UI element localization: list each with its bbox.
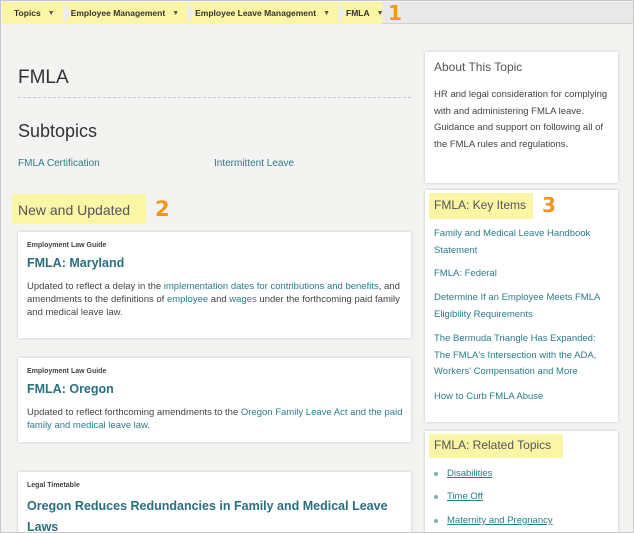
related-topic-disabilities[interactable]: Disabilities [434,468,492,479]
about-topic-body: HR and legal consideration for complying… [434,89,608,150]
card-title-link[interactable]: FMLA: Maryland [27,256,124,270]
related-topic-time-off[interactable]: Time Off [434,491,483,502]
key-item-link-bermuda-triangle[interactable]: The Bermuda Triangle Has Expanded: The F… [434,331,614,381]
new-updated-heading: New and Updated [18,202,131,218]
card-title-link[interactable]: FMLA: Oregon [27,382,114,396]
callout-number-1: 1 [388,1,402,25]
callout-number-3: 3 [542,193,556,217]
key-item-link-handbook-statement[interactable]: Family and Medical Leave Handbook Statem… [434,226,614,259]
divider [18,97,411,98]
breadcrumb-item-topics[interactable]: Topics ▼ [14,2,71,24]
page-title: FMLA [18,67,69,88]
subtopic-link-fmla-certification[interactable]: FMLA Certification [18,158,100,169]
caret-down-icon: ▼ [323,9,330,17]
related-topics-heading: FMLA: Related Topics [434,438,552,452]
article-card-fmla-maryland: Employment Law Guide FMLA: Maryland Upda… [18,232,411,338]
card-title-link[interactable]: Oregon Reduces Redundancies in Family an… [27,496,403,532]
key-item-link-eligibility[interactable]: Determine If an Employee Meets FMLA Elig… [434,290,614,323]
inline-link-implementation-dates[interactable]: implementation dates for contributions a… [164,281,379,292]
caret-down-icon: ▼ [376,9,384,17]
card-body: Updated to reflect forthcoming amendment… [27,407,403,431]
chevron-separator-icon [62,2,71,24]
bullet-icon [434,518,438,523]
inline-link-employee[interactable]: employee [167,294,208,305]
article-card-fmla-oregon: Employment Law Guide FMLA: Oregon Update… [18,358,411,442]
page-frame: Topics ▼ Employee Management ▼ Employee … [0,0,634,533]
related-topics-panel: FMLA: Related Topics Disabilities Time O… [425,431,618,532]
related-topic-maternity-pregnancy[interactable]: Maternity and Pregnancy [434,515,553,526]
breadcrumb: Topics ▼ Employee Management ▼ Employee … [2,1,633,25]
chevron-separator-icon [338,2,346,24]
breadcrumb-item-employee-leave-management[interactable]: Employee Leave Management ▼ [195,2,346,24]
key-items-heading: FMLA: Key Items [434,198,527,212]
callout-number-2: 2 [155,197,170,221]
caret-down-icon: ▼ [47,9,55,17]
breadcrumb-item-employee-management[interactable]: Employee Management ▼ [71,2,196,24]
bullet-icon [434,471,438,476]
chevron-separator-icon [187,2,196,24]
breadcrumb-highlight: Topics ▼ Employee Management ▼ Employee … [2,2,384,24]
key-items-panel: FMLA: Key Items 3 Family and Medical Lea… [425,190,618,422]
card-body: Updated to reflect a delay in the implem… [27,281,400,318]
about-topic-heading: About This Topic [434,60,523,74]
card-kind-label: Legal Timetable [27,482,80,489]
subtopic-link-intermittent-leave[interactable]: Intermittent Leave [214,158,294,169]
caret-down-icon: ▼ [172,9,180,17]
about-topic-panel: About This Topic HR and legal considerat… [425,52,618,183]
key-item-link-fmla-federal[interactable]: FMLA: Federal [434,266,614,283]
inline-link-wages[interactable]: wages [229,294,256,305]
card-kind-label: Employment Law Guide [27,242,107,249]
key-item-link-curb-abuse[interactable]: How to Curb FMLA Abuse [434,389,614,406]
bullet-icon [434,494,438,499]
breadcrumb-item-fmla[interactable]: FMLA ▼ [346,2,384,24]
card-kind-label: Employment Law Guide [27,368,107,375]
article-card-oregon-redundancies: Legal Timetable Oregon Reduces Redundanc… [18,472,411,532]
subtopics-heading: Subtopics [18,121,98,141]
